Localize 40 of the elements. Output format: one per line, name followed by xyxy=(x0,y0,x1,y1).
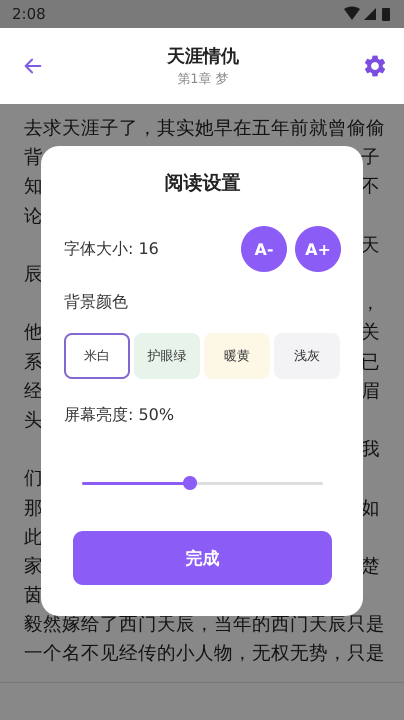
settings-button[interactable] xyxy=(362,53,388,79)
chapter-text: 此 xyxy=(24,526,43,549)
background-option[interactable]: 米白 xyxy=(64,333,130,379)
chapter-text: 去求天涯子了，其实她早在五年前就曾偷偷 xyxy=(24,117,385,140)
background-option[interactable]: 浅灰 xyxy=(274,333,340,379)
chapter-text: 一个名不见经传的小人物，无权无势，只是 xyxy=(24,642,385,666)
chapter-text: 经 xyxy=(24,380,43,403)
background-color-label: 背景颜色 xyxy=(64,292,128,311)
chapter-text: 知 xyxy=(24,175,43,198)
chapter-text: 茵 xyxy=(24,584,43,608)
chapter-text: 系 xyxy=(24,350,43,374)
chapter-text: ， xyxy=(361,292,380,316)
chapter-text: 家 xyxy=(24,554,43,578)
chapter-text: 关 xyxy=(361,321,380,344)
done-button[interactable]: 完成 xyxy=(73,531,332,585)
chapter-text: 背 xyxy=(24,146,43,170)
chapter-text: 头 xyxy=(24,408,43,432)
chapter-text: 论 xyxy=(24,204,43,228)
background-option[interactable]: 护眼绿 xyxy=(134,333,200,379)
chapter-text: 那 xyxy=(24,496,43,520)
brightness-label: 屏幕亮度: 50% xyxy=(64,405,174,424)
chapter-title: 第1章 梦 xyxy=(177,71,229,88)
chapter-text: 他 xyxy=(24,321,43,344)
status-time: 2:08 xyxy=(12,5,46,23)
chapter-text: 天 xyxy=(361,234,380,257)
chapter-text: 辰 xyxy=(24,263,43,286)
font-size-button[interactable]: A- xyxy=(241,226,287,272)
background-option[interactable]: 暖黄 xyxy=(204,333,270,379)
chapter-text: 已 xyxy=(361,350,380,374)
chapter-text: 们 xyxy=(24,467,43,490)
slider-thumb[interactable] xyxy=(183,476,198,490)
chapter-text: 楚 xyxy=(361,554,380,578)
status-icons xyxy=(344,6,392,22)
dialog-title: 阅读设置 xyxy=(164,171,242,196)
font-size-button[interactable]: A+ xyxy=(295,226,341,272)
book-title: 天涯情仇 xyxy=(167,45,239,68)
chapter-text: 子 xyxy=(361,146,380,170)
chapter-text: 眉 xyxy=(361,380,380,403)
font-size-label: 字体大小: 16 xyxy=(64,238,159,260)
chapter-text: 如 xyxy=(361,496,380,520)
